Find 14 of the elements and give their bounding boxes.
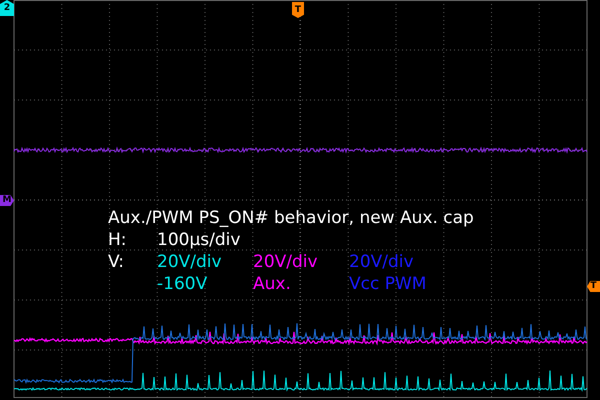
channel-scale: 20V/div bbox=[253, 251, 319, 273]
marker-tag: M bbox=[0, 195, 14, 206]
time-scale: 100µs/div bbox=[157, 229, 240, 251]
channel-scale: 20V/div bbox=[349, 251, 415, 273]
axis-label: V: bbox=[108, 251, 125, 274]
marker-tag: T bbox=[292, 2, 304, 18]
channel-scale: 20V/div bbox=[157, 251, 223, 273]
channel-name: -160V bbox=[157, 273, 208, 295]
marker-tag: 2 bbox=[0, 0, 14, 16]
plot-title: Aux./PWM PS_ON# behavior, new Aux. cap bbox=[108, 207, 474, 229]
marker-tag: T bbox=[587, 281, 600, 292]
channel-name: Aux. bbox=[253, 273, 292, 295]
channel-name: Vcc PWM bbox=[349, 273, 428, 295]
axis-label: H: bbox=[108, 229, 128, 251]
